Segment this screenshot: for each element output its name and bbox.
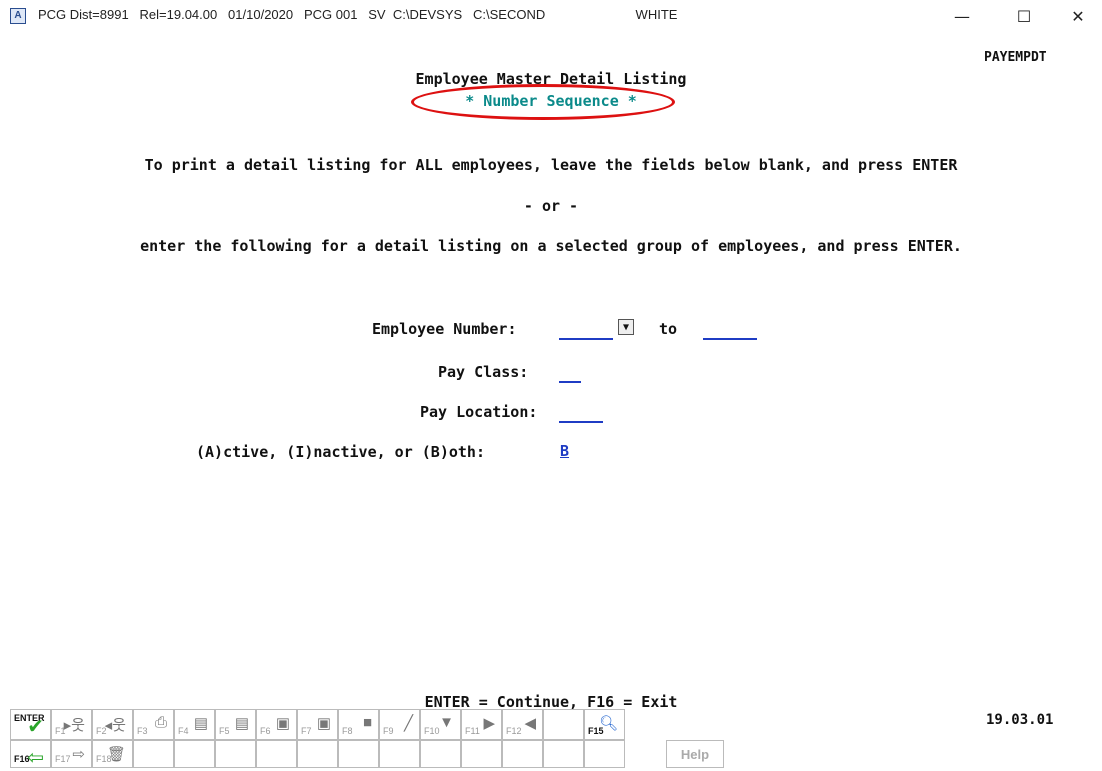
- employee-number-dropdown-icon[interactable]: ▼: [618, 319, 634, 335]
- enter-key-button[interactable]: ENTER ✔: [10, 709, 51, 740]
- maximize-button[interactable]: ☐: [1006, 4, 1042, 30]
- pay-class-input[interactable]: [559, 363, 581, 383]
- app-icon[interactable]: A: [10, 8, 26, 24]
- last-page-icon: ▣: [316, 715, 331, 732]
- pay-class-label: Pay Class:: [438, 363, 529, 381]
- employee-number-from-input[interactable]: [559, 320, 613, 340]
- person-forward-icon: ▸웃: [63, 717, 85, 734]
- f5-button[interactable]: F5 ▤: [215, 709, 256, 740]
- instruction-or: - or -: [523, 197, 579, 215]
- status-input[interactable]: B: [560, 442, 569, 460]
- exit-arrow-icon: ⇦: [27, 747, 44, 769]
- instruction-all: To print a detail listing for ALL employ…: [144, 156, 958, 174]
- person-back-icon: ◂웃: [104, 717, 126, 734]
- f4-button[interactable]: F4 ▤: [174, 709, 215, 740]
- filter-icon: ▼: [439, 714, 454, 731]
- f2-button[interactable]: F2 ◂웃: [92, 709, 133, 740]
- f17-button[interactable]: F17 ⇨: [51, 740, 92, 768]
- instruction-selected: enter the following for a detail listing…: [140, 237, 962, 255]
- f6-button[interactable]: F6 ▣: [256, 709, 297, 740]
- previous-icon: ◀: [524, 715, 536, 732]
- f8-button[interactable]: F8 ■: [338, 709, 379, 740]
- pay-location-label: Pay Location:: [420, 403, 538, 421]
- search-icon: 🔍︎: [598, 715, 618, 732]
- close-button[interactable]: ✕: [1060, 4, 1096, 30]
- export-icon: ⇨: [72, 746, 85, 763]
- screen-id: PAYEMPDT: [984, 50, 1047, 65]
- edit-icon: ╱: [403, 715, 413, 732]
- f1-button[interactable]: F1 ▸웃: [51, 709, 92, 740]
- first-page-icon: ▣: [275, 715, 290, 732]
- help-button[interactable]: Help: [666, 740, 724, 768]
- highlight-oval: [411, 84, 675, 120]
- minimize-button[interactable]: —: [944, 4, 980, 30]
- version-label: 19.03.01: [986, 712, 1054, 728]
- window-titlebar: A PCG Dist=8991 Rel=19.04.00 01/10/2020 …: [0, 0, 1102, 40]
- function-key-toolbar: ENTER ✔ F1 ▸웃 F2 ◂웃 F3 ⎙ F4 ▤ F5 ▤ F6 ▣ F7 ▣ F8…: [10, 709, 745, 769]
- to-label: to: [659, 320, 678, 338]
- status-label: (A)ctive, (I)nactive, or (B)oth:: [196, 443, 485, 461]
- empty-key-button[interactable]: [543, 709, 584, 740]
- f9-button[interactable]: F9 ╱: [379, 709, 420, 740]
- next-icon: ▶: [483, 715, 495, 732]
- save-icon: ■: [362, 714, 372, 731]
- window-title: PCG Dist=8991 Rel=19.04.00 01/10/2020 PC…: [38, 7, 678, 22]
- employee-number-to-input[interactable]: [703, 320, 757, 340]
- f16-button[interactable]: F16 ⇦: [10, 740, 51, 769]
- page-down-icon: ▤: [234, 715, 249, 732]
- f15-button[interactable]: F15 🔍︎: [584, 709, 625, 740]
- page-up-icon: ▤: [193, 715, 208, 732]
- pay-location-input[interactable]: [559, 403, 603, 423]
- printer-icon: ⎙: [154, 714, 167, 731]
- f7-button[interactable]: F7 ▣: [297, 709, 338, 740]
- f10-button[interactable]: F10 ▼: [420, 709, 461, 740]
- f11-button[interactable]: F11 ▶: [461, 709, 502, 740]
- f18-button[interactable]: F18 🗑︎: [92, 740, 133, 768]
- f12-button[interactable]: F12 ◀: [502, 709, 543, 740]
- trash-icon: 🗑︎: [106, 746, 126, 763]
- employee-number-label: Employee Number:: [372, 320, 517, 338]
- f3-button[interactable]: F3 ⎙: [133, 709, 174, 740]
- check-icon: ✔: [27, 716, 44, 738]
